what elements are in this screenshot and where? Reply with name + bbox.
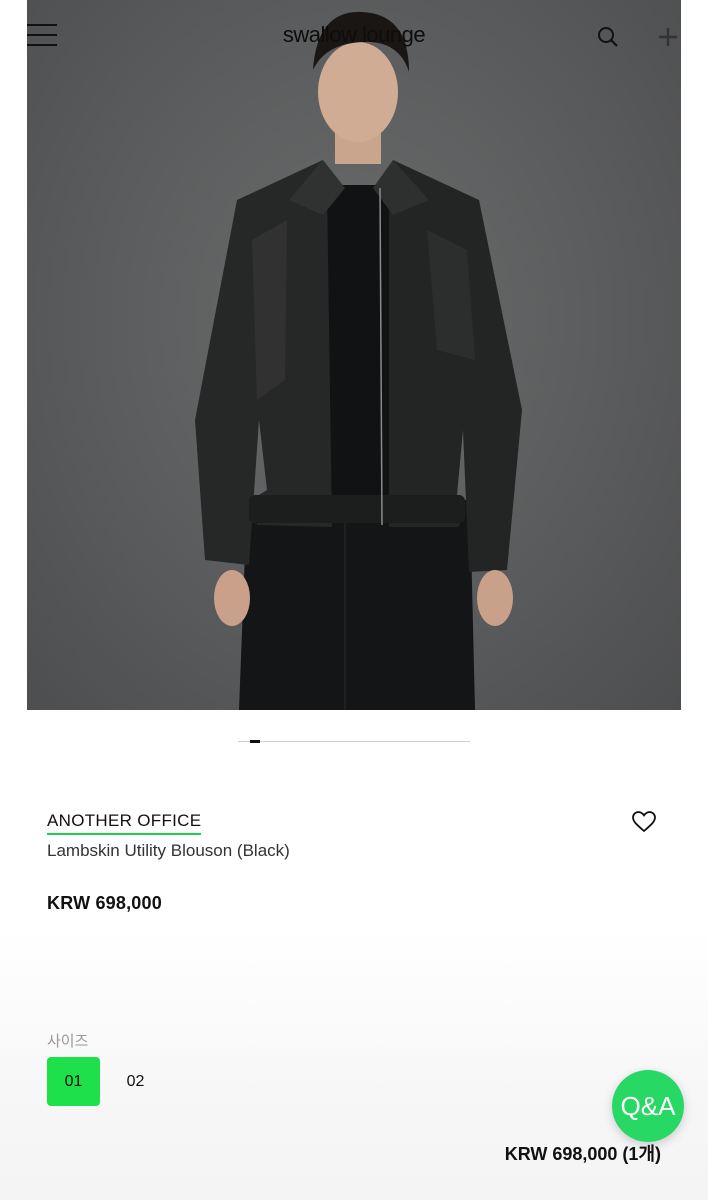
image-pager[interactable] <box>238 740 470 743</box>
size-option-02[interactable]: 02 <box>109 1057 162 1106</box>
size-label: 사이즈 <box>47 1033 89 1050</box>
top-header: swallow lounge <box>0 0 708 72</box>
pager-active-indicator <box>250 740 260 743</box>
qa-button[interactable]: Q&A <box>612 1070 684 1142</box>
product-image[interactable] <box>27 0 681 710</box>
size-option-01[interactable]: 01 <box>47 1057 100 1106</box>
search-icon[interactable] <box>596 25 620 49</box>
product-photo-illustration <box>195 11 522 710</box>
brand-link[interactable]: ANOTHER OFFICE <box>47 811 202 835</box>
total-price: KRW 698,000 (1개) <box>504 1144 661 1164</box>
product-price: KRW 698,000 <box>47 893 162 913</box>
plus-icon[interactable] <box>656 25 680 49</box>
product-name: Lambskin Utility Blouson (Black) <box>47 841 290 860</box>
heart-icon[interactable] <box>631 810 657 834</box>
